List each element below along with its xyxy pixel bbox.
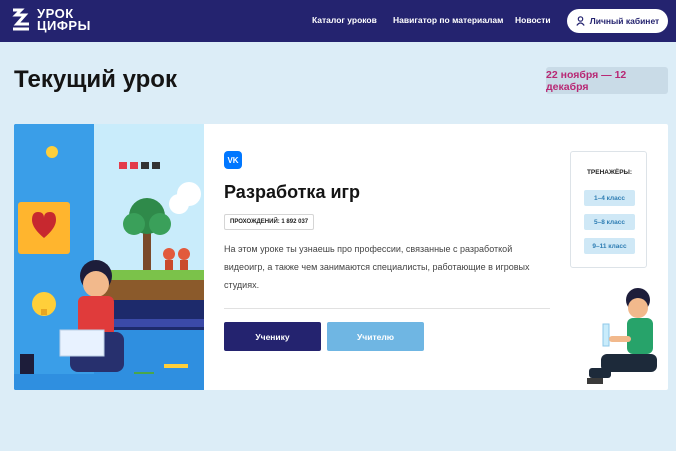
divider <box>224 308 550 309</box>
trainer-grade-9-11[interactable]: 9–11 класс <box>584 238 635 254</box>
lesson-description: На этом уроке ты узнаешь про профессии, … <box>224 244 530 290</box>
trainer-grade-1-4[interactable]: 1–4 класс <box>584 190 635 206</box>
teacher-button[interactable]: Учителю <box>327 322 424 351</box>
student-with-tablet-illustration <box>587 288 657 384</box>
logo[interactable]: УРОК ЦИФРЫ <box>11 7 91 33</box>
user-icon <box>576 16 585 26</box>
trainers-panel: ТРЕНАЖЁРЫ: 1–4 класс 5–8 класс 9–11 клас… <box>570 151 647 268</box>
nav-materials-navigator[interactable]: Навигатор по материалам <box>393 15 503 25</box>
page-title: Текущий урок <box>14 66 177 93</box>
nav-catalog[interactable]: Каталог уроков <box>312 15 377 25</box>
trainer-grade-5-8[interactable]: 5–8 класс <box>584 214 635 230</box>
top-header: УРОК ЦИФРЫ Каталог уроков Навигатор по м… <box>0 0 676 42</box>
lesson-dates-badge: 22 ноября — 12 декабря <box>546 67 668 94</box>
personal-cabinet-button[interactable]: Личный кабинет <box>567 9 668 33</box>
lesson-illustration <box>14 124 204 390</box>
passes-counter: ПРОХОЖДЕНИЙ: 1 892 037 <box>224 214 315 230</box>
nav-news[interactable]: Новости <box>515 15 551 25</box>
logo-text: УРОК ЦИФРЫ <box>37 7 91 33</box>
vk-logo: VK <box>224 151 242 169</box>
logo-line-2: ЦИФРЫ <box>37 18 91 33</box>
personal-cabinet-label: Личный кабинет <box>589 16 660 26</box>
trainers-title: ТРЕНАЖЁРЫ: <box>586 169 633 176</box>
student-button[interactable]: Ученику <box>224 322 321 351</box>
logo-icon <box>11 7 31 33</box>
lesson-title: Разработка игр <box>224 182 361 202</box>
